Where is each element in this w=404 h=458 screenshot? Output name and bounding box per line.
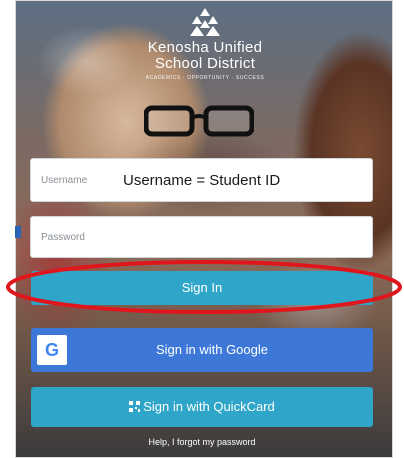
sign-in-button[interactable]: Sign In [31, 271, 373, 305]
logo-name-line2: School District [154, 55, 256, 72]
username-label: Username [41, 175, 88, 186]
quickcard-sign-in-label: Sign in with QuickCard [143, 399, 275, 414]
qr-code-icon [129, 401, 141, 412]
edge-marker [15, 226, 21, 238]
logo-tagline: ACADEMICS · OPPORTUNITY · SUCCESS [145, 75, 265, 81]
username-field[interactable]: Username Username = Student ID [30, 158, 373, 202]
forgot-password-link[interactable]: Help, I forgot my password [0, 437, 404, 447]
sign-in-label: Sign In [181, 280, 223, 295]
password-field[interactable]: Password [30, 216, 373, 258]
logo-name-line1: Kenosha Unified [147, 39, 263, 56]
logo-mark-icon [190, 8, 220, 36]
quickcard-sign-in-button[interactable]: Sign in with QuickCard [31, 387, 373, 427]
district-logo: Kenosha Unified School District ACADEMIC… [130, 6, 280, 81]
username-value: Username = Student ID [123, 172, 281, 189]
glasses-detail [144, 105, 254, 137]
google-sign-in-button[interactable]: G Sign in with Google [31, 328, 373, 372]
password-label: Password [41, 232, 85, 243]
google-icon: G [37, 335, 67, 365]
google-sign-in-label: Sign in with Google [155, 342, 268, 357]
